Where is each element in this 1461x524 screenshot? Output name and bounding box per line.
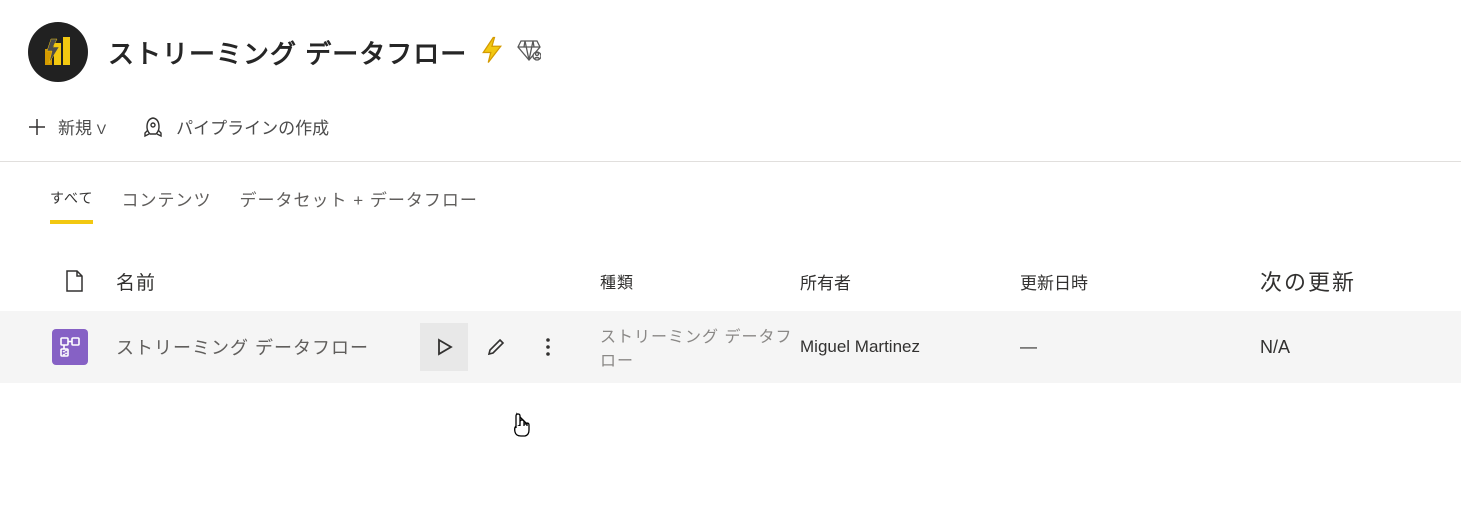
row-updated: — — [1020, 337, 1260, 357]
more-options-button[interactable] — [524, 323, 572, 371]
play-icon — [435, 338, 453, 356]
new-button[interactable]: 新規 V — [28, 114, 106, 139]
workspace-icon — [28, 22, 88, 82]
row-name[interactable]: ストリーミング データフロー — [90, 334, 420, 360]
column-updated-header[interactable]: 更新日時 — [1020, 269, 1260, 294]
content-table: 名前 種類 所有者 更新日時 次の更新 ストリーミング データフロー — [0, 255, 1461, 383]
row-owner: Miguel Martinez — [800, 337, 1020, 357]
streaming-dataflow-icon — [52, 329, 88, 365]
tabs: すべて コンテンツ データセット + データフロー — [0, 162, 1461, 225]
cursor-pointer-icon — [510, 412, 532, 438]
column-next-header[interactable]: 次の更新 — [1260, 265, 1461, 297]
more-vertical-icon — [546, 338, 550, 356]
edit-button[interactable] — [472, 323, 520, 371]
document-icon — [64, 269, 84, 293]
toolbar: 新規 V パイプラインの作成 — [0, 102, 1461, 162]
table-header: 名前 種類 所有者 更新日時 次の更新 — [0, 255, 1461, 311]
lightning-icon — [477, 35, 507, 69]
page-title: ストリーミング データフロー — [108, 34, 467, 71]
column-owner-header[interactable]: 所有者 — [800, 269, 1020, 294]
row-actions — [420, 323, 600, 371]
title-row: ストリーミング データフロー — [108, 34, 541, 71]
premium-diamond-icon[interactable] — [517, 39, 541, 66]
row-type: ストリーミング データフロー — [600, 323, 800, 371]
rocket-icon — [142, 116, 164, 138]
play-button[interactable] — [420, 323, 468, 371]
table-row[interactable]: ストリーミング データフロー ストリーミング データフロー M — [0, 311, 1461, 383]
create-pipeline-button[interactable]: パイプラインの作成 — [142, 114, 329, 139]
plus-icon — [28, 118, 46, 136]
tab-datasets-dataflows[interactable]: データセット + データフロー — [239, 186, 477, 225]
pencil-icon — [486, 337, 506, 357]
tab-content[interactable]: コンテンツ — [121, 186, 211, 225]
page-header: ストリーミング データフロー — [0, 0, 1461, 102]
column-icon-header — [0, 269, 90, 293]
row-icon-cell — [0, 329, 90, 365]
column-name-header[interactable]: 名前 — [90, 268, 420, 295]
tab-all[interactable]: すべて — [50, 188, 93, 224]
column-type-header[interactable]: 種類 — [600, 269, 800, 293]
row-next: N/A — [1260, 337, 1461, 358]
